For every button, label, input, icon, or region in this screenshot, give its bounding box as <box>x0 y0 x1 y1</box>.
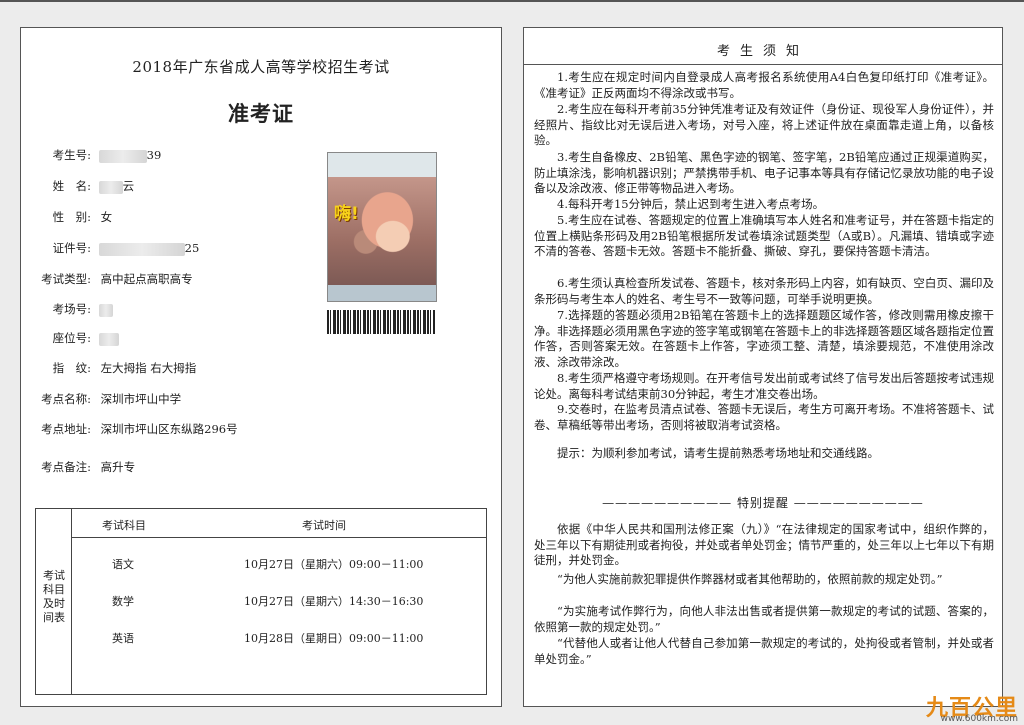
notice-title: 考生须知 <box>716 44 809 59</box>
field-label: 性 别: <box>52 210 91 224</box>
redacted-block <box>98 242 185 256</box>
field-value: 深圳市坪山区东纵路296号 <box>100 422 238 436</box>
schedule-subject: 语文 <box>112 558 134 571</box>
barcode <box>327 310 435 334</box>
field-exam-site-address: 考点地址: 深圳市坪山区东纵路296号 <box>31 421 238 437</box>
watermark-url: www.600km.com <box>940 714 1018 724</box>
title-divider <box>524 64 1002 65</box>
warning-paragraph: 依据《中华人民共和国刑法修正案（九）》“在法律规定的国家考试中，组织作弊的，处三… <box>534 522 994 567</box>
site-watermark: 九百公里 www.600km.com <box>904 690 1022 724</box>
header-subject: 考试科目 <box>102 519 146 532</box>
field-label: 考试类型: <box>41 272 91 286</box>
field-value: 左大拇指 右大拇指 <box>100 361 197 375</box>
field-id-number: 证件号: 25 <box>31 240 199 256</box>
header-time: 考试时间 <box>302 519 346 532</box>
field-exam-type: 考试类型: 高中起点高职高专 <box>31 271 193 287</box>
schedule-side-label: 考试科目及时间表 <box>43 569 65 624</box>
warning-paragraph: “代替他人或者让他人代替自己参加第一款规定的考试的，处拘役或者管制，并处或者单处… <box>534 636 994 666</box>
notice-item: 8.考生须严格遵守考场规则。在开考信号发出前或考试终了信号发出后答题按考试违规论… <box>534 371 994 401</box>
field-fingerprint: 指 纹: 左大拇指 右大拇指 <box>31 360 197 376</box>
field-label: 考点名称: <box>41 392 91 406</box>
field-candidate-number: 考生号: 39 <box>31 147 161 163</box>
field-label: 考点备注: <box>41 460 91 474</box>
warning-paragraph: “为他人实施前款犯罪提供作弊器材或者其他帮助的，依照前款的规定处罚。” <box>557 572 943 586</box>
notice-item: 7.选择题的答题必须用2B铅笔在答题卡上的选择题题区域作答，修改则需用橡皮擦干净… <box>534 308 994 369</box>
schedule-header-row: 考试科目 考试时间 <box>72 509 486 538</box>
notice-item: 2.考生应在每科开考前35分钟凭准考证及有效证件（身份证、现役军人身份证件），并… <box>534 102 994 147</box>
candidate-photo: 嗨! <box>327 152 437 302</box>
field-label: 证件号: <box>52 241 91 255</box>
field-exam-site-remark: 考点备注: 高升专 <box>31 459 135 475</box>
field-seat-number: 座位号: <box>31 330 119 346</box>
field-value: 高升专 <box>100 460 136 474</box>
schedule-row: 英语 10月28日（星期日）09:00－11:00 <box>72 630 486 650</box>
top-border-line <box>0 0 1024 2</box>
schedule-side-column: 考试科目及时间表 <box>36 509 72 694</box>
field-value: 高中起点高职高专 <box>100 272 193 286</box>
redacted-block <box>98 332 119 346</box>
field-value: 深圳市坪山中学 <box>100 392 182 406</box>
field-label: 考点地址: <box>41 422 91 436</box>
schedule-subject: 数学 <box>112 595 134 608</box>
schedule-time: 10月28日（星期日）09:00－11:00 <box>244 632 424 645</box>
field-exam-site-name: 考点名称: 深圳市坪山中学 <box>31 391 181 407</box>
notice-item: 6.考生须认真检查所发试卷、答题卡，核对条形码上内容，如有缺页、空白页、漏印及条… <box>534 276 994 306</box>
field-value: 39 <box>146 148 162 162</box>
exam-title: 2018年广东省成人高等学校招生考试 <box>132 58 390 76</box>
schedule-time: 10月27日（星期六）14:30－16:30 <box>244 595 424 608</box>
field-label: 座位号: <box>52 331 91 345</box>
field-gender: 性 别: 女 <box>31 209 113 225</box>
notice-item: 1.考生应在规定时间内自登录成人高考报名系统使用A4白色复印纸打印《准考证》。《… <box>534 70 994 100</box>
photo-image <box>328 177 436 285</box>
notice-item: 4.每科开考15分钟后，禁止迟到考生进入考点考场。 <box>557 197 825 211</box>
warning-title: —————————— 特别提醒 —————————— <box>602 496 924 510</box>
field-name: 姓 名: 云 <box>31 178 134 194</box>
field-value: 云 <box>122 179 135 193</box>
candidate-notice: 考生须知 1.考生应在规定时间内自登录成人高考报名系统使用A4白色复印纸打印《准… <box>523 27 1003 707</box>
schedule-row: 数学 10月27日（星期六）14:30－16:30 <box>72 593 486 613</box>
redacted-block <box>98 149 147 163</box>
schedule-subject: 英语 <box>112 632 134 645</box>
redacted-block <box>98 180 123 194</box>
field-value: 25 <box>184 241 200 255</box>
field-label: 考场号: <box>52 302 91 316</box>
schedule-time: 10月27日（星期六）09:00－11:00 <box>244 558 424 571</box>
card-title: 准考证 <box>228 101 294 126</box>
field-label: 姓 名: <box>52 179 91 193</box>
admission-card: 2018年广东省成人高等学校招生考试 准考证 考生号: 39 姓 名: 云 性 … <box>20 27 502 707</box>
schedule-row: 语文 10月27日（星期六）09:00－11:00 <box>72 556 486 576</box>
field-value: 女 <box>100 210 113 224</box>
field-exam-room: 考场号: <box>31 301 113 317</box>
notice-item: 5.考生应在试卷、答题规定的位置上准确填写本人姓名和准考证号，并在答题卡指定的位… <box>534 213 994 258</box>
exam-schedule-table: 考试科目及时间表 考试科目 考试时间 语文 10月27日（星期六）09:00－1… <box>35 508 487 695</box>
field-label: 指 纹: <box>52 361 91 375</box>
photo-overlay-text: 嗨! <box>334 204 359 224</box>
redacted-block <box>98 303 113 317</box>
photo-strip <box>328 285 436 301</box>
notice-item: 3.考生自备橡皮、2B铅笔、黑色字迹的钢笔、签字笔，2B铅笔应通过正规渠道购买，… <box>534 150 994 195</box>
notice-item: 9.交卷时，在监考员清点试卷、答题卡无误后，考生方可离开考场。不准将答题卡、试卷… <box>534 402 994 432</box>
notice-tip: 提示：为顺利参加考试，请考生提前熟悉考场地址和交通线路。 <box>557 446 879 460</box>
warning-paragraph: “为实施考试作弊行为，向他人非法出售或者提供第一款规定的考试的试题、答案的，依照… <box>534 604 994 634</box>
field-label: 考生号: <box>52 148 91 162</box>
